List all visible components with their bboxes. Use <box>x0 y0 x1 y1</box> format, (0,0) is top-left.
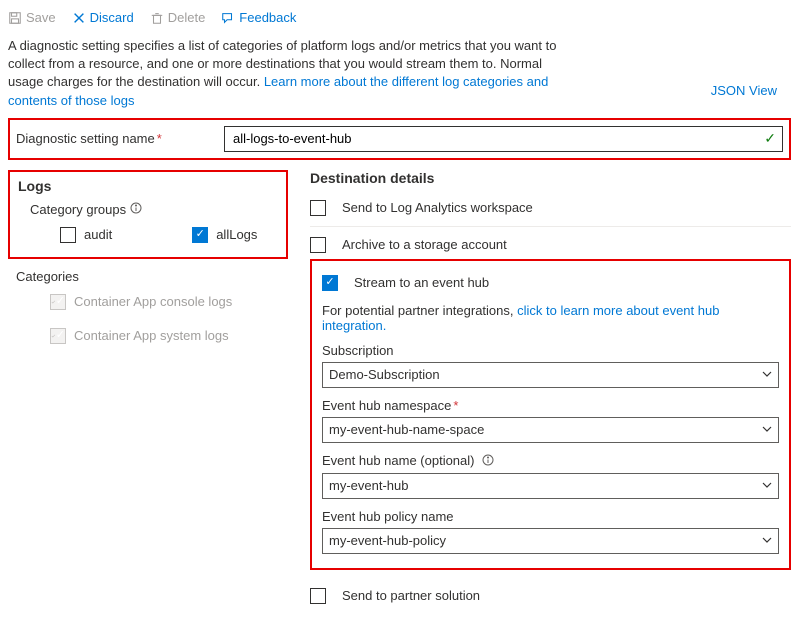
audit-label: audit <box>84 227 112 242</box>
toolbar: Save Discard Delete Feedback <box>8 8 791 31</box>
eh-name-select[interactable]: my-event-hub <box>322 473 779 499</box>
chevron-down-icon <box>762 422 772 437</box>
info-icon[interactable] <box>130 202 142 217</box>
log-analytics-checkbox[interactable] <box>310 200 326 216</box>
chevron-down-icon <box>762 367 772 382</box>
log-analytics-label: Send to Log Analytics workspace <box>342 200 533 215</box>
trash-icon <box>150 11 164 25</box>
archive-label: Archive to a storage account <box>342 237 507 252</box>
subscription-select[interactable]: Demo-Subscription <box>322 362 779 388</box>
archive-checkbox[interactable] <box>310 237 326 253</box>
cat-console-checkbox <box>50 294 66 310</box>
cat-system-checkbox <box>50 328 66 344</box>
save-button[interactable]: Save <box>8 10 56 25</box>
event-hub-panel: Stream to an event hub For potential par… <box>310 259 791 570</box>
save-icon <box>8 11 22 25</box>
eh-namespace-select[interactable]: my-event-hub-name-space <box>322 417 779 443</box>
cat-console-label: Container App console logs <box>74 294 232 309</box>
close-icon <box>72 11 86 25</box>
subscription-label: Subscription <box>322 343 779 358</box>
chevron-down-icon <box>762 533 772 548</box>
category-groups-label: Category groups <box>30 202 126 217</box>
eh-namespace-label: Event hub namespace* <box>322 398 779 413</box>
discard-button[interactable]: Discard <box>72 10 134 25</box>
setting-name-row: Diagnostic setting name* ✓ <box>8 118 791 160</box>
destination-heading: Destination details <box>310 170 791 186</box>
intro-text: A diagnostic setting specifies a list of… <box>8 37 568 110</box>
chevron-down-icon <box>762 478 772 493</box>
alllogs-checkbox[interactable] <box>192 227 208 243</box>
feedback-button[interactable]: Feedback <box>221 10 296 25</box>
json-view-link[interactable]: JSON View <box>711 83 777 98</box>
logs-panel: Logs Category groups audit allLogs <box>8 170 288 259</box>
partner-solution-checkbox[interactable] <box>310 588 326 604</box>
setting-name-input[interactable]: ✓ <box>224 126 783 152</box>
delete-button[interactable]: Delete <box>150 10 206 25</box>
feedback-icon <box>221 11 235 25</box>
event-hub-checkbox[interactable] <box>322 275 338 291</box>
logs-heading: Logs <box>18 178 278 194</box>
info-icon[interactable] <box>482 454 494 469</box>
cat-system-label: Container App system logs <box>74 328 229 343</box>
event-hub-label: Stream to an event hub <box>354 275 489 290</box>
categories-label: Categories <box>16 269 288 284</box>
eh-policy-select[interactable]: my-event-hub-policy <box>322 528 779 554</box>
valid-check-icon: ✓ <box>764 130 776 147</box>
partner-solution-label: Send to partner solution <box>342 588 480 603</box>
setting-name-label: Diagnostic setting name* <box>16 131 224 146</box>
alllogs-label: allLogs <box>216 227 257 242</box>
eh-name-label: Event hub name (optional) <box>322 453 779 469</box>
audit-checkbox[interactable] <box>60 227 76 243</box>
eh-policy-label: Event hub policy name <box>322 509 779 524</box>
